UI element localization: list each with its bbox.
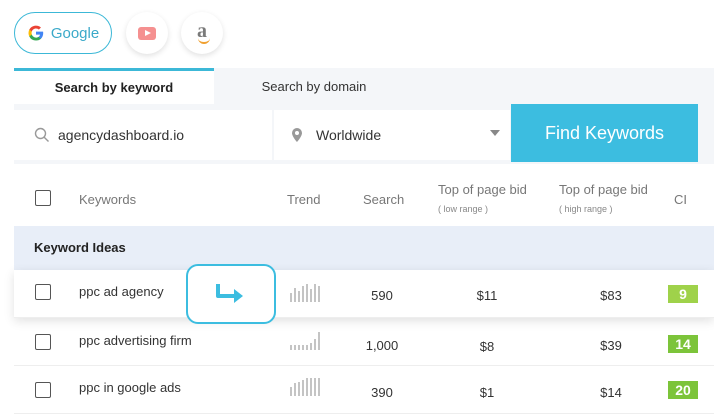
amazon-engine-button[interactable]: a (181, 12, 223, 54)
row-bid-high: $14 (600, 385, 622, 400)
keywords-table: Keywords Trend Search Top of page bid ( … (14, 172, 714, 419)
location-value: Worldwide (316, 127, 382, 143)
trend-bar (302, 345, 304, 350)
row-search: 1,000 (365, 338, 399, 353)
table-row[interactable]: ppc advertising firm 1,000 $8 $39 14 (14, 318, 714, 366)
tab-search-by-keyword[interactable]: Search by keyword (14, 68, 214, 104)
trend-bar (314, 339, 316, 350)
trend-bar (294, 383, 296, 396)
find-keywords-button[interactable]: Find Keywords (511, 104, 698, 162)
header-bid-low-sub: ( low range ) (438, 204, 489, 214)
google-engine-button[interactable]: Google (14, 12, 112, 54)
arrow-turn-right-icon (216, 284, 243, 303)
trend-sparkline (290, 284, 320, 302)
row-search: 390 (371, 385, 393, 400)
trend-bar (306, 378, 308, 396)
table-row[interactable]: ppc in google ads 390 $1 $14 20 (14, 366, 714, 414)
row-keyword: ppc ad agency (79, 284, 164, 299)
keyword-ideas-section: Keyword Ideas (14, 226, 714, 270)
ci-badge: 14 (668, 335, 698, 353)
row-bid-low: $11 (476, 288, 498, 303)
location-select[interactable]: Worldwide (274, 110, 510, 160)
row-checkbox[interactable] (35, 284, 51, 300)
trend-bar (290, 345, 292, 350)
header-bid-low: Top of page bid (438, 182, 527, 197)
row-keyword: ppc in google ads (79, 380, 181, 395)
trend-bar (318, 332, 320, 350)
trend-bar (298, 291, 300, 302)
keyword-input-box[interactable] (14, 110, 272, 160)
row-bid-low: $8 (479, 339, 495, 354)
header-trend: Trend (287, 192, 321, 207)
amazon-icon: a (197, 20, 210, 44)
trend-bar (294, 345, 296, 350)
table-header: Keywords Trend Search Top of page bid ( … (14, 172, 714, 226)
select-all-checkbox[interactable] (35, 190, 51, 206)
row-checkbox[interactable] (35, 334, 51, 350)
row-keyword: ppc advertising firm (79, 333, 192, 348)
location-pin-icon (292, 128, 302, 142)
header-ci: CI (674, 192, 687, 207)
youtube-icon (138, 26, 156, 40)
trend-bar (302, 380, 304, 396)
ci-badge: 20 (668, 381, 698, 399)
trend-bar (310, 378, 312, 396)
trend-bar (298, 345, 300, 350)
trend-bar (318, 286, 320, 302)
google-icon (28, 25, 44, 41)
header-bid-high-sub: ( high range ) (559, 204, 613, 214)
ci-badge: 9 (668, 285, 698, 303)
keyword-input[interactable] (58, 127, 258, 143)
row-bid-low: $1 (479, 385, 495, 400)
chevron-down-icon (490, 130, 500, 136)
youtube-engine-button[interactable] (126, 12, 168, 54)
row-bid-high: $39 (600, 338, 622, 353)
table-row[interactable]: ppc ad agency 590 $11 $83 9 (14, 270, 714, 318)
header-bid-high: Top of page bid (559, 182, 648, 197)
trend-bar (306, 284, 308, 302)
header-search: Search (363, 192, 405, 207)
trend-bar (294, 288, 296, 302)
trend-bar (314, 284, 316, 302)
trend-sparkline (290, 378, 320, 396)
google-label: Google (50, 24, 100, 42)
search-icon (34, 127, 49, 142)
trend-bar (290, 387, 292, 396)
trend-bar (318, 378, 320, 396)
header-keywords: Keywords (79, 192, 137, 207)
trend-sparkline (290, 332, 320, 350)
row-search: 590 (371, 288, 393, 303)
trend-bar (310, 289, 312, 302)
add-keyword-button[interactable] (186, 264, 276, 324)
trend-bar (290, 293, 292, 302)
trend-bar (298, 382, 300, 396)
trend-bar (302, 286, 304, 302)
trend-bar (310, 343, 312, 350)
row-checkbox[interactable] (35, 382, 51, 398)
trend-bar (306, 345, 308, 350)
tab-search-by-domain[interactable]: Search by domain (214, 68, 414, 104)
trend-bar (314, 378, 316, 396)
row-bid-high: $83 (600, 288, 622, 303)
